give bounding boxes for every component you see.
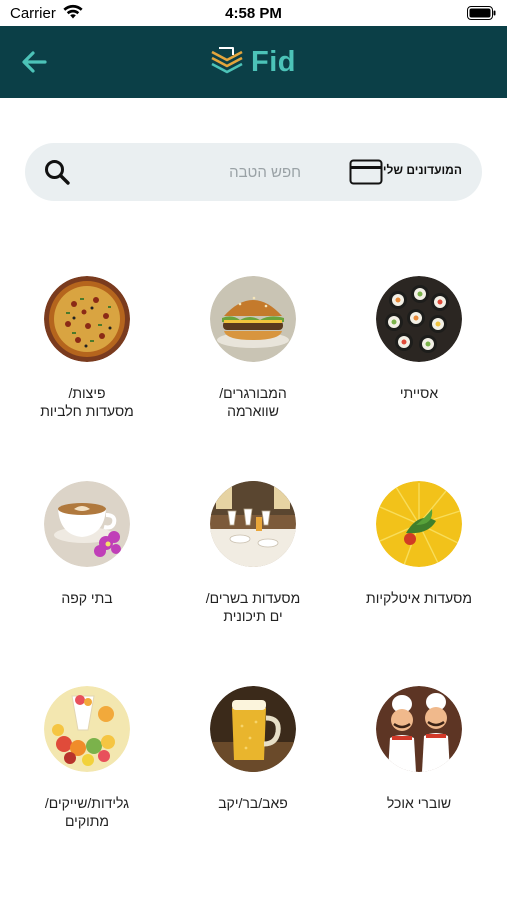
my-clubs-link[interactable]: המועדונים שלי — [383, 163, 462, 177]
category-meat-mediterranean[interactable]: מסעדות בשרים/ ים תיכונית — [173, 481, 333, 625]
category-label: אסייתי — [399, 385, 439, 401]
category-burgers-shawarma[interactable]: המבורגרים/ שווארמה — [173, 276, 333, 420]
search-bar: המועדונים שלי — [25, 143, 482, 201]
category-label: בתי קפה — [61, 590, 113, 606]
coffee-cup-image — [44, 481, 130, 567]
category-label: המבורגרים/ שווארמה — [219, 385, 287, 419]
app-header: Fid — [0, 26, 507, 98]
clock: 4:58 PM — [225, 5, 282, 22]
category-label: פיצות/ מסעדות חלביות — [40, 385, 134, 419]
brand-logo: Fid — [209, 42, 296, 82]
category-label: מסעדות איטלקיות — [366, 590, 472, 606]
sushi-image — [376, 276, 462, 362]
category-italian[interactable]: מסעדות איטלקיות — [339, 481, 499, 607]
category-asian[interactable]: אסייתי — [339, 276, 499, 402]
burger-image — [210, 276, 296, 362]
category-label: מסעדות בשרים/ ים תיכונית — [205, 590, 301, 624]
status-bar: Carrier 4:58 PM — [0, 0, 507, 26]
pizza-image — [44, 276, 130, 362]
brand-name: Fid — [251, 45, 296, 78]
back-button[interactable] — [14, 44, 54, 80]
category-ice-cream-shakes-sweets[interactable]: גלידות/שייקים/ מתוקים — [7, 686, 167, 830]
fid-logo-icon — [211, 47, 243, 74]
category-food-vouchers[interactable]: שוברי אוכל — [339, 686, 499, 812]
category-pizza-dairy[interactable]: פיצות/ מסעדות חלביות — [7, 276, 167, 420]
category-label: גלידות/שייקים/ מתוקים — [44, 795, 130, 829]
chef-figurines-image — [376, 686, 462, 772]
credit-card-icon[interactable] — [349, 159, 383, 185]
category-label: פאב/בר/יקב — [218, 795, 288, 811]
search-input[interactable] — [101, 157, 301, 187]
fruit-dessert-image — [44, 686, 130, 772]
category-pub-bar-winery[interactable]: פאב/בר/יקב — [173, 686, 333, 812]
pasta-image — [376, 481, 462, 567]
battery-icon — [467, 6, 496, 20]
category-cafes[interactable]: בתי קפה — [7, 481, 167, 607]
search-icon[interactable] — [43, 158, 71, 186]
restaurant-table-image — [210, 481, 296, 567]
arrow-left-icon — [22, 51, 47, 73]
category-label: שוברי אוכל — [386, 795, 452, 811]
beer-mug-image — [210, 686, 296, 772]
